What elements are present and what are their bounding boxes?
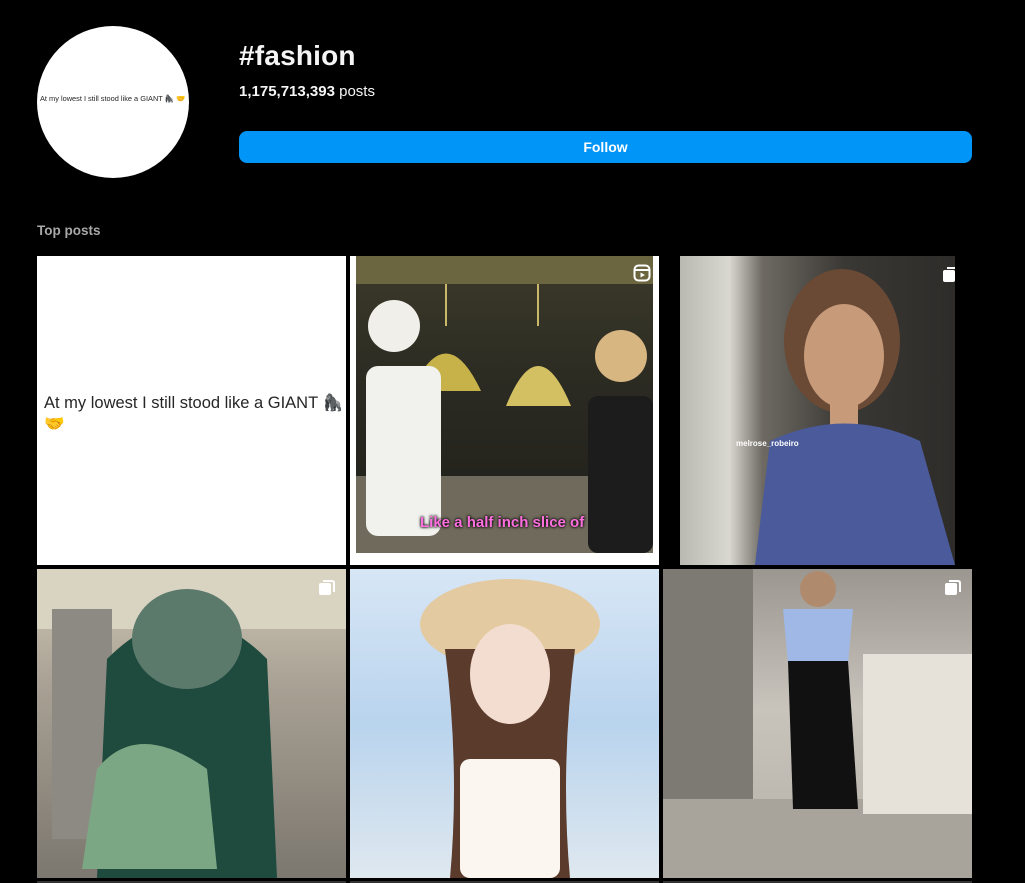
post-tile-1[interactable]: At my lowest I still stood like a GIANT … [37,256,346,565]
carousel-icon [943,267,955,282]
hashtag-avatar: At my lowest I still stood like a GIANT … [37,26,189,178]
post-tile-3[interactable]: melrose_robeiro [680,256,955,565]
post-count: 1,175,713,393 posts [239,83,375,100]
hashtag-header: At my lowest I still stood like a GIANT … [0,0,1025,200]
post-handle: melrose_robeiro [736,439,799,448]
carousel-icon [945,580,961,595]
reel-icon [633,264,651,282]
post-tile-5[interactable] [350,569,659,878]
post-count-suffix: posts [339,83,375,100]
carousel-icon [319,580,335,595]
reel-scene [356,256,653,553]
post-image: Like a half inch slice of [356,256,653,553]
portrait-scene [755,269,955,565]
avatar-caption: At my lowest I still stood like a GIANT … [40,94,186,103]
portrait-hat-scene [420,579,600,878]
top-posts-title: Top posts [37,223,101,238]
follow-button[interactable]: Follow [239,131,972,163]
street-style-scene [663,569,972,878]
post-tile-6[interactable] [663,569,972,878]
post-tile-4[interactable] [37,569,346,878]
reel-caption: Like a half inch slice of [420,514,585,531]
post-tile-2[interactable]: Like a half inch slice of [350,256,659,565]
street-scene [37,569,346,878]
hashtag-title: #fashion [239,40,356,71]
post-count-number: 1,175,713,393 [239,83,335,100]
post-text: At my lowest I still stood like a GIANT … [44,394,343,433]
